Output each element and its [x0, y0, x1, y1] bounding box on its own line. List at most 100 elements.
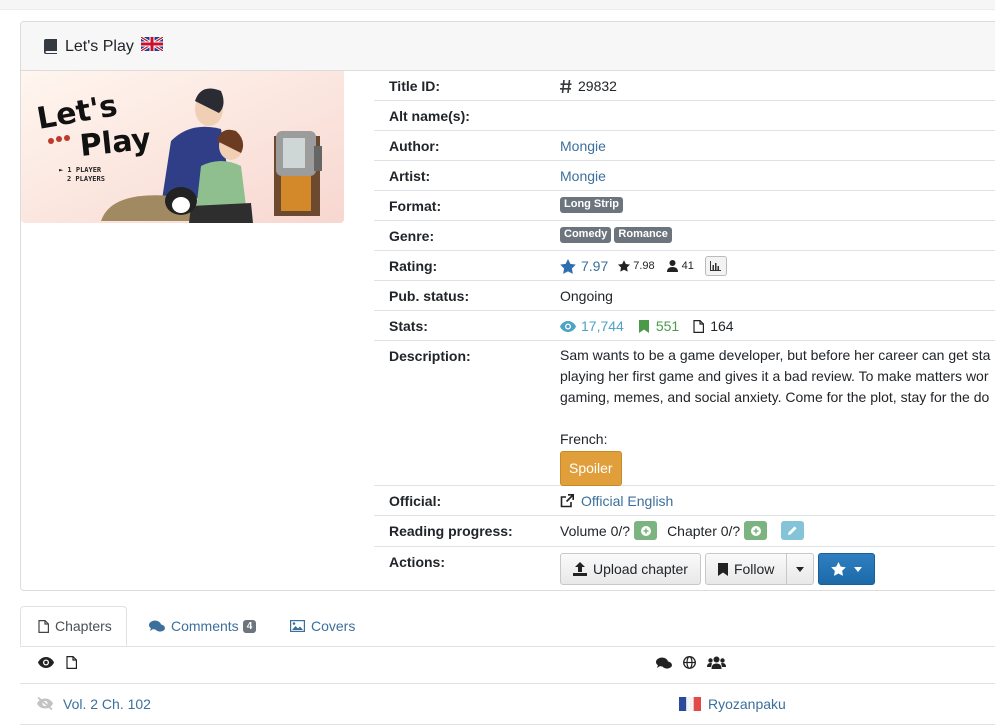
- label-actions: Actions:: [389, 554, 445, 570]
- chapter-increment-button[interactable]: [744, 521, 768, 540]
- tab-comments-label: Comments: [171, 618, 239, 634]
- manga-title-text: Let's Play: [65, 37, 134, 55]
- cover-image[interactable]: Let's Play ► 1 PLAYER 2 PLAYERS: [21, 71, 344, 223]
- follow-button[interactable]: Follow: [704, 553, 788, 585]
- follow-label: Follow: [733, 561, 775, 577]
- group-link[interactable]: Ryozanpaku: [708, 696, 786, 712]
- label-rating: Rating:: [389, 258, 438, 274]
- title-id-value: 29832: [578, 78, 617, 94]
- star-icon: [560, 258, 576, 274]
- genre-badge-comedy[interactable]: Comedy: [560, 227, 612, 243]
- file-icon: [66, 656, 77, 669]
- label-pub-status: Pub. status:: [389, 288, 470, 304]
- rating-mean: 7.98: [633, 260, 655, 272]
- description-line-1: Sam wants to be a game developer, but be…: [560, 347, 991, 363]
- row-genre: Genre: Comedy Romance: [374, 221, 995, 251]
- tab-bar: Chapters Comments 4 Covers: [20, 606, 995, 647]
- top-strip: [0, 0, 995, 10]
- volume-increment-button[interactable]: [634, 521, 658, 540]
- users-icon: [707, 656, 726, 669]
- row-format: Format: Long Strip: [374, 191, 995, 221]
- chart-icon: [710, 261, 722, 271]
- tab-covers[interactable]: Covers: [290, 606, 355, 646]
- comments-icon: [656, 657, 672, 669]
- row-rating: Rating: 7.97 7.98 41: [374, 251, 995, 281]
- comments-column-icon: [656, 657, 672, 670]
- row-official: Official: Official English: [374, 486, 995, 516]
- upload-icon: [573, 562, 587, 576]
- row-stats: Stats: 17,744 551 164: [374, 311, 995, 341]
- label-genre: Genre:: [389, 228, 435, 244]
- volume-progress: Volume 0/?: [560, 522, 631, 539]
- description-line-3: gaming, memes, and social anxiety. Come …: [560, 389, 990, 405]
- chapter-table-header: [20, 646, 995, 684]
- chapter-progress: Chapter 0/?: [667, 522, 741, 539]
- stats-views: 17,744: [581, 318, 624, 334]
- eye-slash-icon: [37, 697, 53, 710]
- row-title-id: Title ID: 29832: [374, 71, 995, 101]
- upload-chapter-label: Upload chapter: [593, 561, 688, 577]
- card-header: Let's Play: [21, 22, 995, 71]
- stats-follows: 551: [655, 318, 680, 334]
- manga-card: Let's Play Let's Play ► 1 PLAYER 2 PLAYE…: [20, 21, 995, 591]
- label-reading-progress: Reading progress:: [389, 523, 513, 539]
- spoiler-button[interactable]: Spoiler: [560, 451, 622, 486]
- artist-link[interactable]: Mongie: [560, 168, 606, 184]
- pub-status-value: Ongoing: [560, 288, 613, 304]
- info-table: Title ID: 29832 Alt name(s): Author: Mon…: [374, 71, 995, 591]
- manga-title: Let's Play: [44, 35, 171, 56]
- caret-down-icon: [854, 566, 863, 572]
- image-icon: [290, 620, 305, 632]
- unread-eye-slash-icon[interactable]: [36, 697, 54, 710]
- plus-circle-icon: [640, 525, 651, 536]
- label-format: Format:: [389, 198, 442, 214]
- star-small-icon: [618, 260, 631, 272]
- stats-comments: 164: [710, 318, 734, 334]
- label-official: Official:: [389, 493, 442, 509]
- author-link[interactable]: Mongie: [560, 138, 606, 154]
- chapter-link[interactable]: Vol. 2 Ch. 102: [63, 696, 151, 712]
- pencil-icon: [788, 526, 797, 535]
- upload-chapter-button[interactable]: Upload chapter: [560, 553, 701, 585]
- label-description: Description:: [389, 348, 471, 364]
- cover-option-1: ► 1 PLAYER: [59, 166, 102, 174]
- globe-icon: [683, 656, 696, 669]
- file-icon: [38, 619, 49, 633]
- row-pub-status: Pub. status: Ongoing: [374, 281, 995, 311]
- rating-bayesian: 7.97: [581, 258, 609, 274]
- description-line-2: playing her first game and gives it a ba…: [560, 368, 989, 384]
- eye-icon: [38, 657, 54, 668]
- cover-logo-line2: Play: [78, 122, 153, 164]
- group-column-icon: [707, 656, 726, 669]
- tab-chapters[interactable]: Chapters: [20, 606, 127, 646]
- table-row[interactable]: Vol. 2 Ch. 102 Ryozanpaku: [20, 684, 995, 725]
- label-title-id: Title ID:: [389, 78, 441, 94]
- row-author: Author: Mongie: [374, 131, 995, 161]
- star-icon: [831, 562, 847, 576]
- description-text: Sam wants to be a game developer, but be…: [560, 345, 995, 486]
- row-artist: Artist: Mongie: [374, 161, 995, 191]
- genre-badge-romance[interactable]: Romance: [614, 227, 672, 243]
- comments-icon: [149, 620, 165, 632]
- cover-option-2: 2 PLAYERS: [67, 175, 105, 183]
- external-link-icon: [560, 494, 574, 508]
- edit-progress-button[interactable]: [781, 521, 805, 540]
- file-icon: [693, 319, 705, 333]
- rating-chart-button[interactable]: [704, 256, 727, 276]
- tab-comments[interactable]: Comments 4: [149, 606, 257, 646]
- follow-dropdown-toggle[interactable]: [787, 553, 815, 585]
- row-actions: Actions: Upload chapter Follow: [374, 547, 995, 591]
- label-alt-names: Alt name(s):: [389, 108, 470, 124]
- tab-covers-label: Covers: [311, 618, 356, 634]
- label-author: Author:: [389, 138, 440, 154]
- bookmark-icon: [638, 319, 649, 333]
- format-badge[interactable]: Long Strip: [560, 197, 623, 213]
- hashtag-icon: [560, 79, 572, 93]
- caret-down-icon: [796, 566, 805, 572]
- user-icon: [666, 260, 678, 272]
- chapter-column-icon: [66, 656, 77, 669]
- rate-dropdown-button[interactable]: [818, 553, 876, 585]
- official-english-link[interactable]: Official English: [581, 493, 673, 509]
- read-status-column-icon: [38, 657, 54, 668]
- label-stats: Stats:: [389, 318, 428, 334]
